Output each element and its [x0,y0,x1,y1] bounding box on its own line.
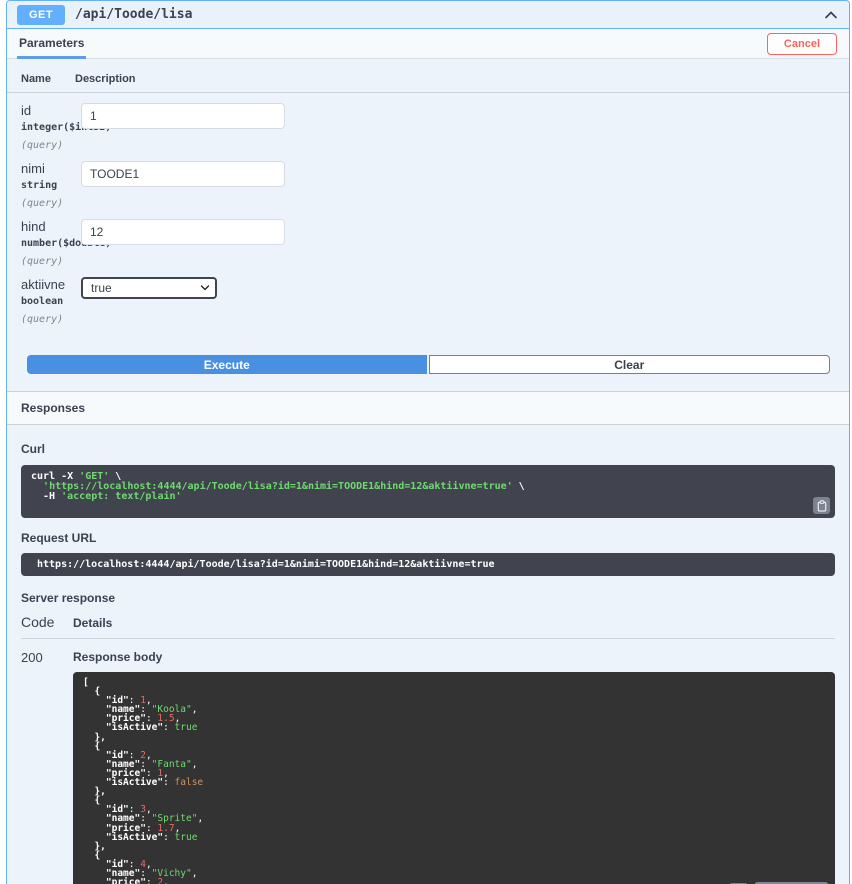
param-nimi-input[interactable] [81,161,285,187]
param-type: string [21,180,58,191]
param-id-input[interactable] [81,103,285,129]
param-name: id [21,103,32,118]
curl-command-block: curl -X 'GET' \ 'https://localhost:4444/… [21,465,835,518]
server-response-row: 200 Response body [ { "id": 1, "name": "… [21,639,835,884]
param-aktiivne-select[interactable]: true [81,277,217,299]
param-type: boolean [21,296,64,307]
status-code: 200 [21,650,43,665]
execute-wrapper: Execute Clear [27,355,830,374]
param-location: (query) [21,198,64,209]
param-row-id: id integer($int32) (query) [7,93,849,151]
param-type: integer($int32) [21,122,112,133]
tab-parameters[interactable]: Parameters [17,28,87,59]
clear-button[interactable]: Clear [428,355,830,374]
param-type: number($double) [21,238,112,249]
name-column-header: Name [21,73,51,85]
cancel-button[interactable]: Cancel [766,32,837,55]
request-url-label: Request URL [21,531,97,545]
clipboard-copy-icon [817,499,826,511]
details-column-header: Details [73,616,113,630]
response-body-block[interactable]: [ { "id": 1, "name": "Koola", "price": 1… [73,672,835,884]
endpoint-path: /api/Toode/lisa [75,7,193,22]
server-response-label: Server response [21,591,116,605]
parameters-section-header: Parameters Cancel [7,29,849,59]
param-location: (query) [21,314,64,325]
responses-section-title: Responses [7,391,849,425]
http-method-badge: GET [17,4,65,25]
request-url-value: https://localhost:4444/api/Toode/lisa?id… [21,553,835,576]
server-response-table-header: Code Details [21,605,835,639]
operation-block-get: GET /api/Toode/lisa Parameters Cancel Na… [6,0,850,884]
response-body-label: Response body [73,650,163,664]
param-row-hind: hind number($double) (query) [7,209,849,267]
param-location: (query) [21,256,64,267]
parameters-table-header: Name Description [7,59,849,93]
param-row-nimi: nimi string (query) [7,151,849,209]
collapse-chevron-up-icon[interactable] [823,8,839,22]
execute-button[interactable]: Execute [27,355,427,374]
param-row-aktiivne: aktiivne boolean (query) true [7,267,849,325]
curl-label: Curl [21,442,45,456]
param-hind-input[interactable] [81,219,285,245]
copy-curl-button[interactable] [813,497,830,514]
param-name: hind [21,219,46,234]
opblock-summary[interactable]: GET /api/Toode/lisa [7,1,849,29]
code-column-header: Code [21,614,55,630]
param-name: aktiivne [21,277,66,292]
param-location: (query) [21,140,64,151]
param-name: nimi [21,161,45,176]
description-column-header: Description [75,73,136,85]
